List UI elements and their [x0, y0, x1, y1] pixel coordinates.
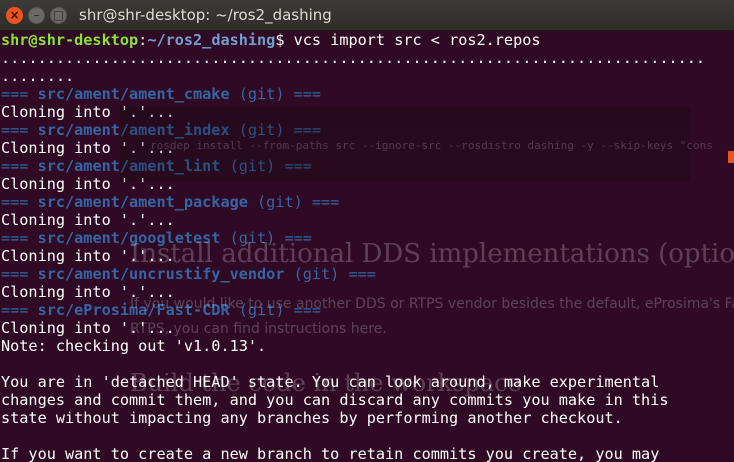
repo-vcs: (git)	[247, 193, 303, 211]
message-line: If you want to create a new branch to re…	[1, 445, 660, 462]
message-line: You are in 'detached HEAD' state. You ca…	[1, 373, 660, 391]
progress-dots-line: ........................................…	[1, 49, 706, 67]
maximize-icon: □	[52, 8, 65, 22]
close-icon: ×	[9, 8, 20, 22]
repo-suffix: ===	[275, 157, 312, 175]
repo-name: src/ament/ament_cmake	[37, 85, 230, 103]
prompt-symbol: $	[275, 31, 294, 49]
message-line: changes and commit them, and you can dis…	[1, 391, 669, 409]
minimize-icon: –	[33, 8, 40, 22]
repo-prefix: ===	[1, 301, 38, 319]
command-text: vcs import src < ros2.repos	[293, 31, 541, 49]
prompt-user: shr@shr-desktop	[1, 31, 139, 49]
repo-suffix: ===	[284, 85, 322, 103]
clone-output: Cloning into '.'...	[1, 319, 175, 337]
maximize-button[interactable]: □	[50, 6, 67, 24]
repo-header: === src/ament/googletest (git) ===	[0, 229, 734, 247]
repo-name: src/ament/googletest	[37, 229, 221, 247]
repo-vcs: (git)	[229, 85, 285, 103]
repo-name: src/ament/uncrustify_vendor	[37, 265, 285, 283]
clone-output: Cloning into '.'...	[1, 283, 175, 301]
prompt-path: ~/ros2_dashing	[147, 31, 276, 49]
repo-vcs: (git)	[284, 265, 340, 283]
repo-suffix: ===	[302, 193, 340, 211]
terminal-area[interactable]: rosdep install --from-paths src --ignore…	[0, 31, 734, 462]
repo-suffix: ===	[284, 301, 322, 319]
repo-suffix: ===	[339, 265, 376, 283]
window-title: shr@shr-desktop: ~/ros2_dashing	[79, 6, 332, 24]
repo-prefix: ===	[1, 193, 38, 211]
message-line	[0, 427, 734, 445]
repo-header: === src/ament/ament_index (git) ===	[0, 121, 734, 139]
repo-name: src/ament/ament_lint	[37, 157, 221, 175]
repo-prefix: ===	[1, 85, 38, 103]
repo-suffix: ===	[275, 229, 312, 247]
repo-prefix: ===	[1, 265, 38, 283]
repo-header: === src/ament/ament_lint (git) ===	[0, 157, 734, 175]
repo-vcs: (git)	[229, 301, 285, 319]
repo-prefix: ===	[1, 121, 38, 139]
clone-output: Cloning into '.'...	[1, 103, 175, 121]
repo-vcs: (git)	[220, 229, 276, 247]
repo-header: === src/ament/uncrustify_vendor (git) ==…	[0, 265, 734, 283]
progress-dots-line: ........	[1, 67, 75, 85]
terminal-output: shr@shr-desktop:~/ros2_dashing$ vcs impo…	[0, 31, 734, 462]
clone-output: Cloning into '.'...	[1, 211, 175, 229]
title-bar[interactable]: × – □ shr@shr-desktop: ~/ros2_dashing	[0, 0, 734, 31]
clone-output: Cloning into '.'...	[1, 175, 175, 193]
repo-vcs: (git)	[220, 157, 276, 175]
message-line: state without impacting any branches by …	[1, 409, 623, 427]
note-line: Note: checking out 'v1.0.13'.	[1, 337, 267, 355]
repo-name: src/eProsima/Fast-CDR	[37, 301, 230, 319]
minimize-button[interactable]: –	[28, 6, 45, 24]
repo-name: src/ament/ament_package	[37, 193, 248, 211]
clone-output: Cloning into '.'...	[1, 139, 175, 157]
repo-header: === src/ament/ament_package (git) ===	[0, 193, 734, 211]
close-button[interactable]: ×	[6, 6, 23, 24]
repo-header: === src/ament/ament_cmake (git) ===	[0, 85, 734, 103]
repo-vcs: (git)	[229, 121, 285, 139]
prompt-line: shr@shr-desktop:~/ros2_dashing$ vcs impo…	[0, 31, 734, 49]
terminal-window: × – □ shr@shr-desktop: ~/ros2_dashing ro…	[0, 0, 734, 462]
repo-suffix: ===	[284, 121, 322, 139]
repo-prefix: ===	[1, 229, 38, 247]
repo-name: src/ament/ament_index	[37, 121, 230, 139]
prompt-separator: :	[138, 31, 148, 49]
clone-output: Cloning into '.'...	[1, 247, 175, 265]
repo-header: === src/eProsima/Fast-CDR (git) ===	[0, 301, 734, 319]
repo-prefix: ===	[1, 157, 38, 175]
scroll-indicator[interactable]	[728, 151, 734, 163]
